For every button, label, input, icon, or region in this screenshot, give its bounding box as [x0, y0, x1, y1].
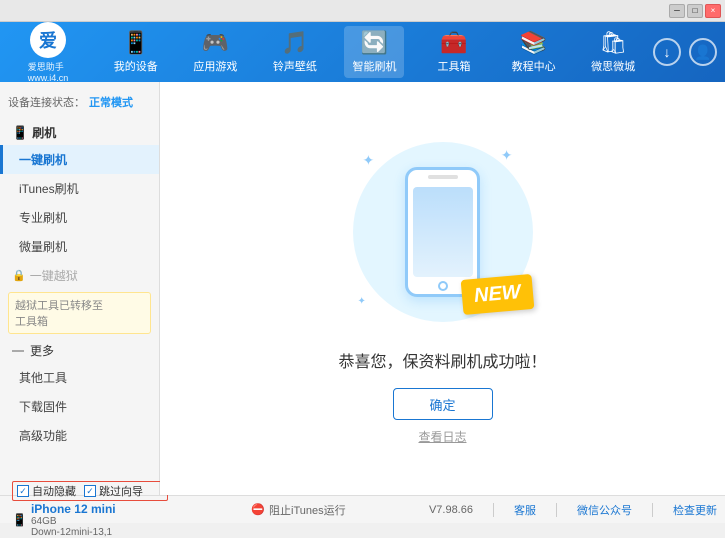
notice-text: 越狱工具已转移至工具箱 — [15, 300, 103, 328]
skip-wizard-checkmark: ✓ — [86, 486, 94, 497]
auto-hide-checkmark: ✓ — [19, 486, 27, 497]
flash-section-label: 刷机 — [32, 124, 56, 141]
apps-games-icon: 🎮 — [202, 30, 229, 56]
smart-flash-icon: 🔄 — [361, 30, 388, 56]
confirm-button[interactable]: 确定 — [393, 388, 493, 420]
sparkle-2: ✦ — [501, 147, 513, 164]
close-button[interactable]: × — [705, 4, 721, 18]
sparkle-3: ✦ — [358, 296, 366, 307]
device-system: Down-12mini-13,1 — [31, 527, 116, 538]
phone-illustration: ✦ ✦ ✦ NEW — [343, 132, 543, 332]
nav-tutorial[interactable]: 📚 教程中心 — [504, 26, 564, 78]
apps-games-label: 应用游戏 — [193, 58, 237, 74]
nav-bar: 爱 爱思助手 www.i4.cn 📱 我的设备 🎮 应用游戏 🎵 铃声壁纸 🔄 … — [0, 22, 725, 82]
divider-2 — [556, 503, 557, 517]
device-row: 📱 iPhone 12 mini 64GB Down-12mini-13,1 — [12, 502, 168, 538]
logo-subtitle: 爱思助手 www.i4.cn — [28, 60, 69, 83]
auto-hide-label: 自动隐藏 — [32, 483, 76, 499]
auto-hide-check-box: ✓ — [17, 485, 29, 497]
flash-section-header: 📱 刷机 — [0, 120, 159, 145]
device-storage: 64GB — [31, 516, 116, 527]
nav-weidian[interactable]: 🛍 微思微城 — [583, 26, 643, 78]
more-section-header: 更多 — [0, 338, 159, 363]
nav-right-buttons: ↓ 👤 — [653, 38, 717, 66]
lock-icon: 🔒 — [12, 269, 26, 282]
weidian-icon: 🛍 — [599, 30, 627, 56]
checkboxes-row: ✓ 自动隐藏 ✓ 跳过向导 — [12, 481, 168, 501]
bottom-bar: ✓ 自动隐藏 ✓ 跳过向导 📱 iPhone 12 mini 64GB Down… — [0, 495, 725, 523]
nav-apps-games[interactable]: 🎮 应用游戏 — [185, 26, 245, 78]
bottom-left-section: ✓ 自动隐藏 ✓ 跳过向导 📱 iPhone 12 mini 64GB Down… — [8, 481, 168, 538]
sparkle-1: ✦ — [363, 152, 375, 169]
nav-smart-flash[interactable]: 🔄 智能刷机 — [344, 26, 404, 78]
skip-wizard-label: 跳过向导 — [99, 483, 143, 499]
device-details: iPhone 12 mini 64GB Down-12mini-13,1 — [31, 502, 116, 538]
ringtones-icon: 🎵 — [281, 30, 308, 56]
app-logo[interactable]: 爱 爱思助手 www.i4.cn — [8, 22, 88, 83]
minimize-button[interactable]: ─ — [669, 4, 685, 18]
sidebar: 设备连接状态： 正常模式 📱 刷机 一键刷机 iTunes刷机 专业刷机 微量刷… — [0, 82, 160, 495]
tutorial-label: 教程中心 — [512, 58, 556, 74]
phone-home-button — [438, 281, 448, 291]
new-badge: NEW — [460, 274, 533, 315]
toolbox-icon: 🧰 — [440, 30, 467, 56]
divider-1 — [493, 503, 494, 517]
tutorial-icon: 📚 — [520, 30, 547, 56]
itunes-status: ⛔ 阻止iTunes运行 — [251, 502, 345, 518]
device-name: iPhone 12 mini — [31, 502, 116, 516]
ringtones-label: 铃声壁纸 — [273, 58, 317, 74]
title-bar-buttons[interactable]: ─ □ × — [669, 4, 721, 18]
version-text: V7.98.66 — [429, 504, 473, 516]
sidebar-download-firmware[interactable]: 下载固件 — [0, 392, 159, 421]
skip-wizard-check-box: ✓ — [84, 485, 96, 497]
itunes-status-text: 阻止iTunes运行 — [269, 502, 346, 518]
check-update-link[interactable]: 检查更新 — [673, 502, 717, 518]
sidebar-save-flash[interactable]: 微量刷机 — [0, 232, 159, 261]
auto-hide-checkbox[interactable]: ✓ 自动隐藏 — [17, 483, 76, 499]
phone-screen — [413, 187, 473, 277]
status-label: 设备连接状态： — [8, 94, 85, 110]
my-device-label: 我的设备 — [114, 58, 158, 74]
logo-icon: 爱 — [30, 22, 66, 58]
smart-flash-label: 智能刷机 — [352, 58, 396, 74]
device-icon: 📱 — [12, 513, 27, 527]
skip-wizard-checkbox[interactable]: ✓ 跳过向导 — [84, 483, 143, 499]
more-label: 更多 — [30, 342, 54, 359]
user-button[interactable]: 👤 — [689, 38, 717, 66]
status-value: 正常模式 — [89, 94, 133, 110]
sidebar-one-click-flash[interactable]: 一键刷机 — [0, 145, 159, 174]
flash-section-icon: 📱 — [12, 125, 28, 141]
sidebar-other-tools[interactable]: 其他工具 — [0, 363, 159, 392]
download-button[interactable]: ↓ — [653, 38, 681, 66]
back-link[interactable]: 查看日志 — [418, 428, 466, 445]
maximize-button[interactable]: □ — [687, 4, 703, 18]
divider-icon — [12, 350, 24, 352]
success-message: 恭喜您，保资料刷机成功啦！ — [338, 348, 546, 372]
divider-3 — [652, 503, 653, 517]
sidebar-pro-flash[interactable]: 专业刷机 — [0, 203, 159, 232]
weidian-label: 微思微城 — [591, 58, 635, 74]
jailbreak-notice: 越狱工具已转移至工具箱 — [8, 292, 151, 334]
phone-shape — [405, 167, 480, 297]
sidebar-advanced[interactable]: 高级功能 — [0, 421, 159, 450]
nav-my-device[interactable]: 📱 我的设备 — [106, 26, 166, 78]
wechat-public-link[interactable]: 微信公众号 — [577, 502, 632, 518]
itunes-stop-icon: ⛔ — [251, 503, 265, 516]
title-bar: ─ □ × — [0, 0, 725, 22]
jailbreak-locked: 🔒 一键越狱 — [0, 263, 159, 288]
nav-ringtones[interactable]: 🎵 铃声壁纸 — [265, 26, 325, 78]
customer-service-link[interactable]: 客服 — [514, 502, 536, 518]
main-layout: 设备连接状态： 正常模式 📱 刷机 一键刷机 iTunes刷机 专业刷机 微量刷… — [0, 82, 725, 495]
sidebar-itunes-flash[interactable]: iTunes刷机 — [0, 174, 159, 203]
nav-toolbox[interactable]: 🧰 工具箱 — [424, 26, 484, 78]
flash-section: 📱 刷机 一键刷机 iTunes刷机 专业刷机 微量刷机 — [0, 118, 159, 263]
jailbreak-label: 一键越狱 — [30, 267, 78, 284]
nav-items: 📱 我的设备 🎮 应用游戏 🎵 铃声壁纸 🔄 智能刷机 🧰 工具箱 📚 教程中心… — [96, 26, 653, 78]
my-device-icon: 📱 — [122, 30, 149, 56]
connection-status: 设备连接状态： 正常模式 — [0, 90, 159, 118]
main-content: ✦ ✦ ✦ NEW 恭喜您，保资料刷机成功啦！ 确定 查看日志 — [160, 82, 725, 495]
toolbox-label: 工具箱 — [438, 58, 471, 74]
bottom-right-section: V7.98.66 客服 微信公众号 检查更新 — [429, 502, 717, 518]
